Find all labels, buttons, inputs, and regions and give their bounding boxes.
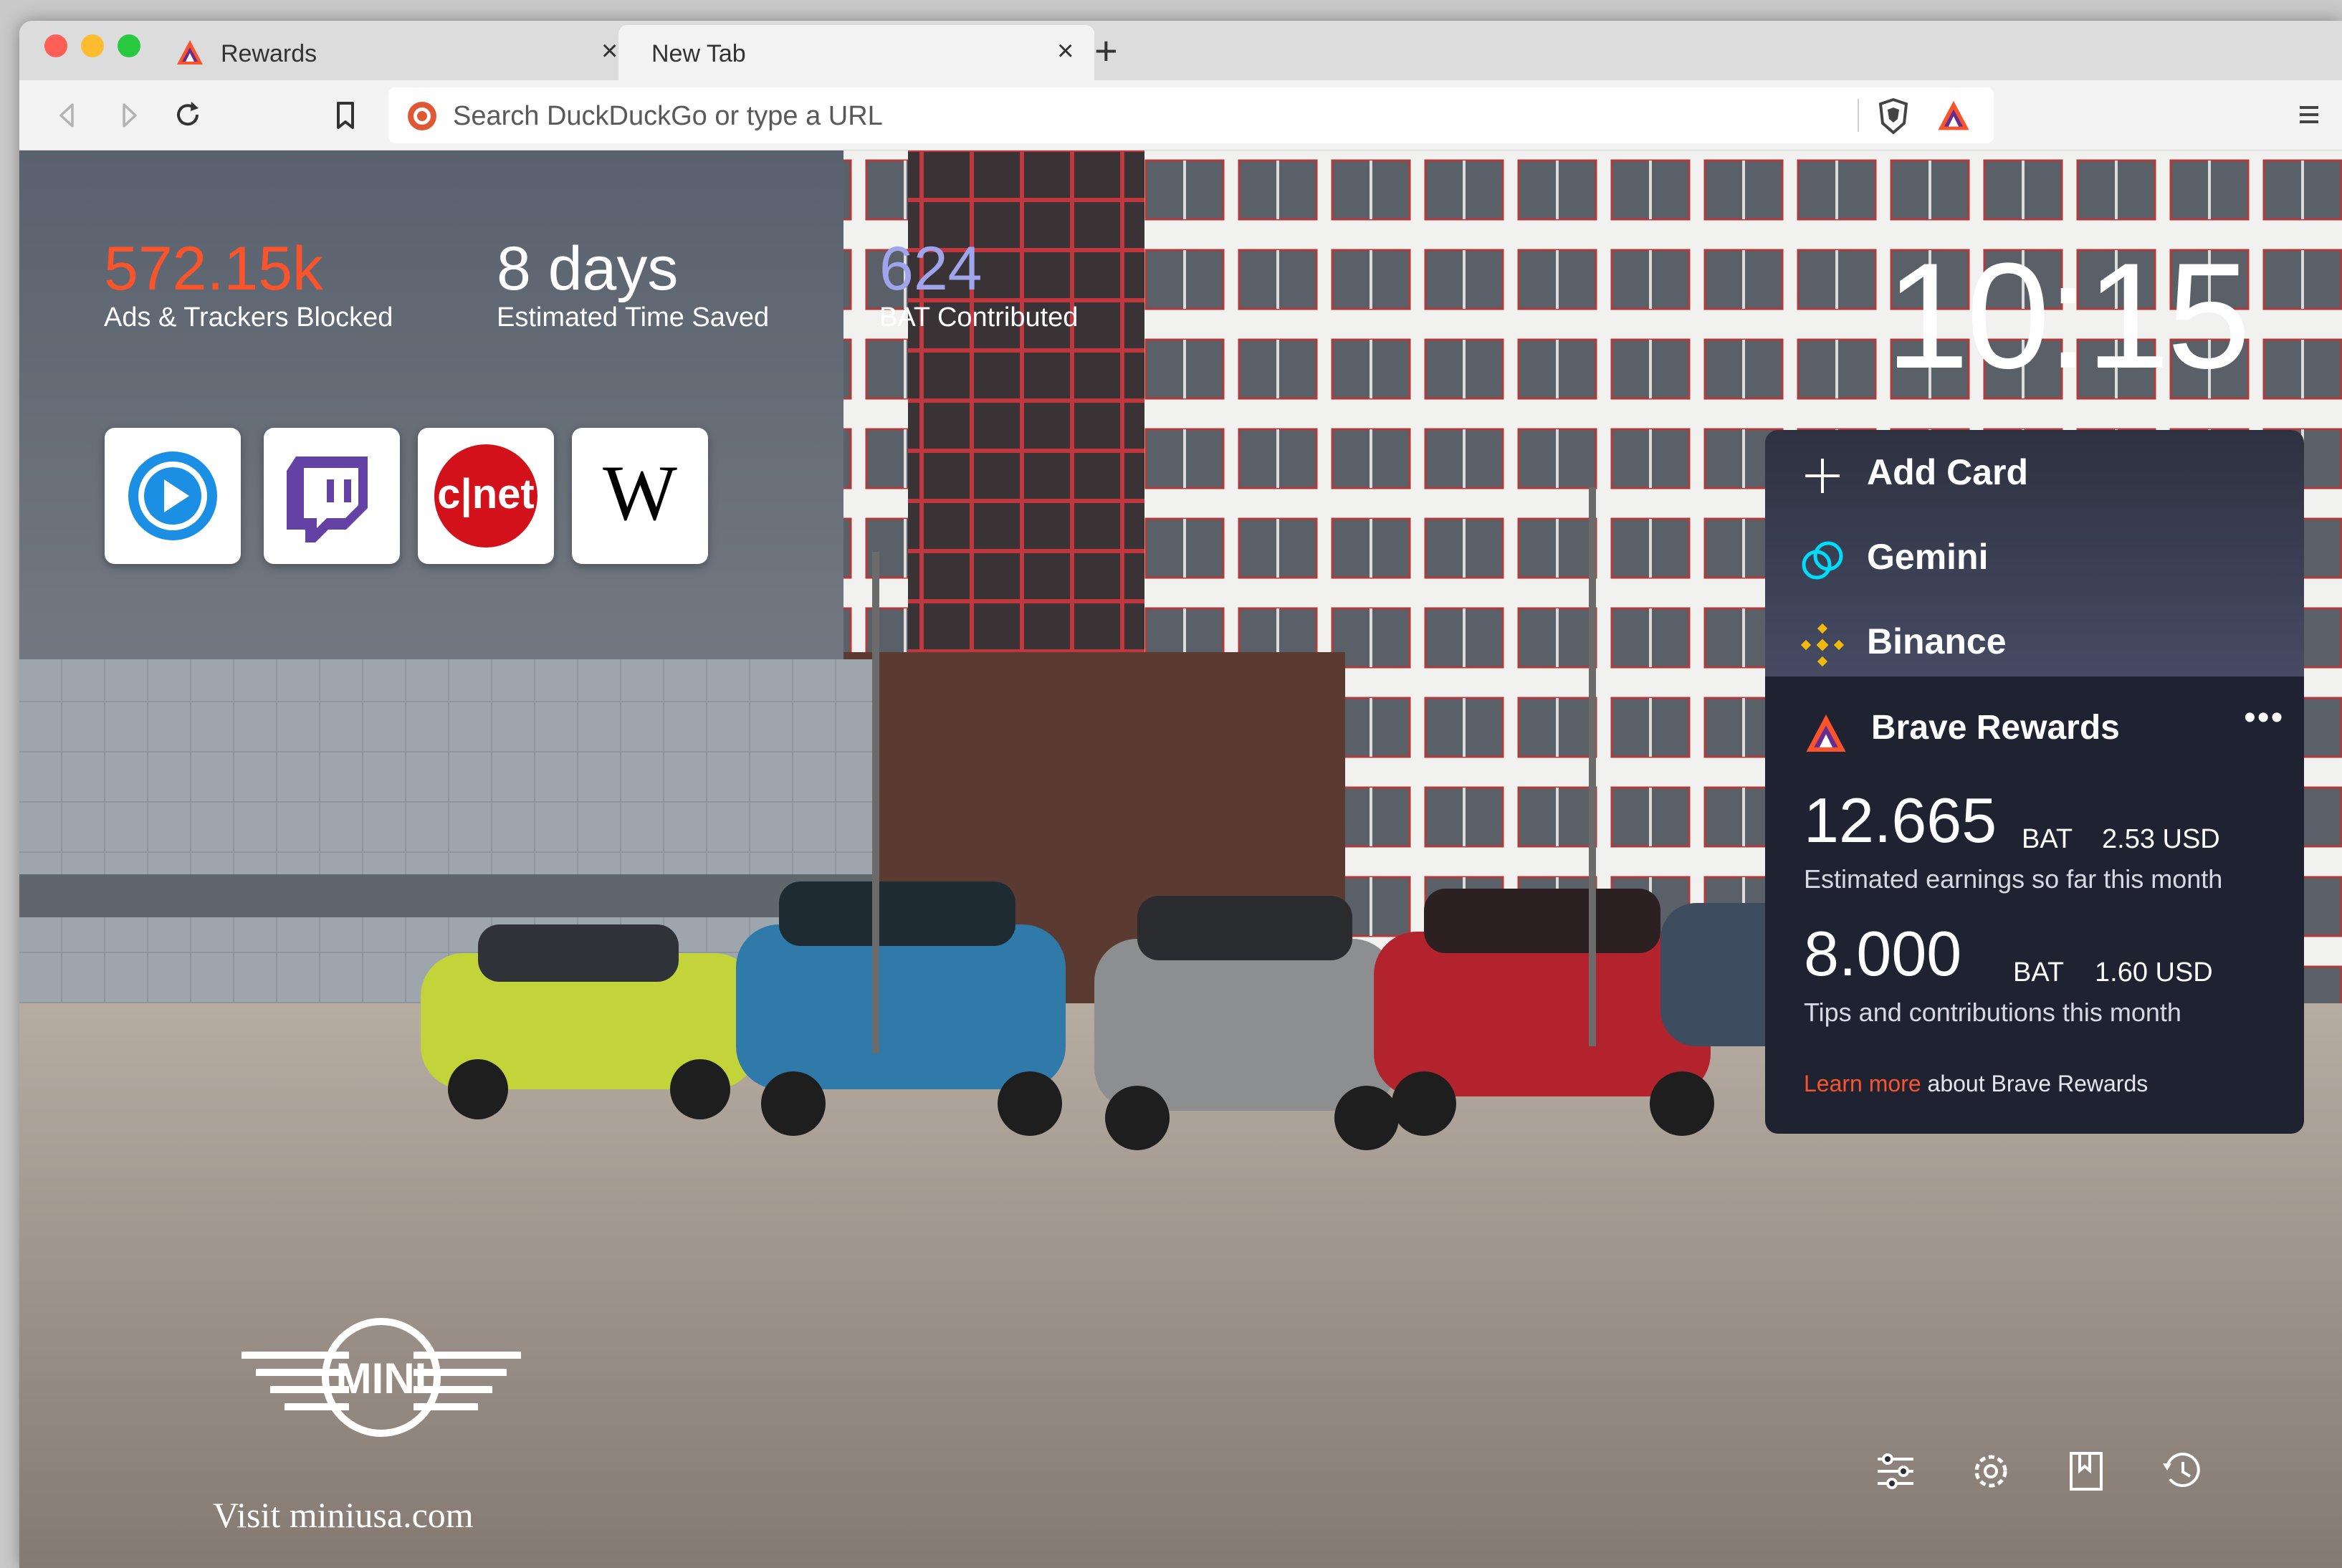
earnings-amount: 12.665 [1804,785,1997,856]
toolbar: Search DuckDuckGo or type a URL [19,80,2342,150]
browser-window: Rewards × New Tab × + Search DuckDuckGo … [19,21,2342,1568]
sponsor-link[interactable]: Visit miniusa.com [213,1494,474,1536]
earnings-usd: 2.53 USD [2102,824,2220,854]
duckduckgo-icon [408,102,436,130]
mini-logo-text: MINI [336,1354,427,1402]
address-bar[interactable]: Search DuckDuckGo or type a URL [388,87,1994,143]
tab-title: New Tab [651,40,746,67]
brave-rewards-icon[interactable] [1936,99,1971,132]
stat-value: 572.15k [104,234,324,303]
stat-label: Estimated Time Saved [497,302,770,333]
menu-icon[interactable] [2291,95,2327,135]
top-site-video-player[interactable] [105,428,241,564]
close-tab-button[interactable]: × [601,35,618,67]
reload-icon[interactable] [170,97,206,133]
tab-strip: Rewards × New Tab × + [19,21,2342,80]
card-label: Binance [1867,621,2007,661]
top-site-twitch[interactable] [264,428,400,564]
bookmark-icon[interactable] [328,97,363,133]
tips-amount: 8.000 [1804,918,1962,989]
top-site-wikipedia[interactable]: W [572,428,708,564]
forward-icon[interactable] [111,97,147,133]
stat-label: BAT Contributed [879,302,1079,333]
card-switcher: Add Card Gemini Binance [1765,430,2304,677]
earnings-description: Estimated earnings so far this month [1804,864,2223,894]
bookmarks-icon[interactable] [2061,1446,2111,1496]
plus-icon [1805,459,1840,493]
stat-value: 624 [879,234,983,303]
tips-unit: BAT [2013,957,2065,988]
svg-text:W: W [603,449,677,537]
new-tab-button[interactable]: + [1094,31,1118,71]
stat-bat-contributed: 624 BAT Contributed [879,236,1078,334]
card-label: Add Card [1867,452,2028,492]
svg-text:c|net: c|net [437,471,534,517]
settings-icon[interactable] [1966,1446,2016,1496]
binance-card-tab[interactable]: Binance [1765,599,2304,684]
stat-time-saved: 8 days Estimated Time Saved [497,236,769,334]
card-label: Gemini [1867,537,1989,577]
tips-usd: 1.60 USD [2095,957,2213,988]
close-tab-button[interactable]: × [1057,35,1074,67]
learn-more-text: Learn more about Brave Rewards [1804,1071,2148,1097]
wikipedia-icon: W [603,449,677,537]
widget-menu-button[interactable]: ••• [2244,698,2284,737]
brave-rewards-icon [1806,714,1846,752]
gemini-card-tab[interactable]: Gemini [1765,515,2304,599]
stat-ads-blocked: 572.15k Ads & Trackers Blocked [104,236,393,334]
learn-more-link[interactable]: Learn more [1804,1071,1921,1096]
tab-title: Rewards [221,40,317,67]
cnet-icon: c|net [434,444,537,548]
add-card-button[interactable]: Add Card [1765,430,2304,515]
back-icon[interactable] [49,97,85,133]
clock: 10:15 [1885,231,2251,400]
stat-label: Ads & Trackers Blocked [104,302,393,333]
binance-icon [1800,623,1845,667]
twitch-icon [287,456,368,542]
history-icon[interactable] [2157,1446,2207,1496]
top-site-cnet[interactable]: c|net [418,428,554,564]
url-input[interactable]: Search DuckDuckGo or type a URL [453,101,883,132]
customize-icon[interactable] [1870,1446,1921,1496]
gemini-icon [1802,541,1843,580]
earnings-unit: BAT [2022,824,2073,854]
brave-rewards-icon [177,40,203,64]
brave-shields-icon[interactable] [1875,97,1911,135]
video-player-icon [128,451,217,540]
close-window-button[interactable] [44,34,67,57]
brave-rewards-widget: Brave Rewards ••• 12.665 BAT 2.53 USD Es… [1765,677,2304,1134]
tab-new-tab[interactable]: New Tab × [618,25,1094,80]
zoom-window-button[interactable] [118,34,140,57]
url-divider [1858,99,1859,132]
tips-description: Tips and contributions this month [1804,998,2181,1027]
tab-rewards[interactable]: Rewards × [163,25,636,80]
stat-value: 8 days [497,234,679,303]
learn-more-rest: about Brave Rewards [1921,1071,2149,1096]
minimize-window-button[interactable] [81,34,104,57]
widget-title: Brave Rewards [1871,709,2120,747]
new-tab-page: 572.15k Ads & Trackers Blocked 8 days Es… [19,150,2342,1568]
